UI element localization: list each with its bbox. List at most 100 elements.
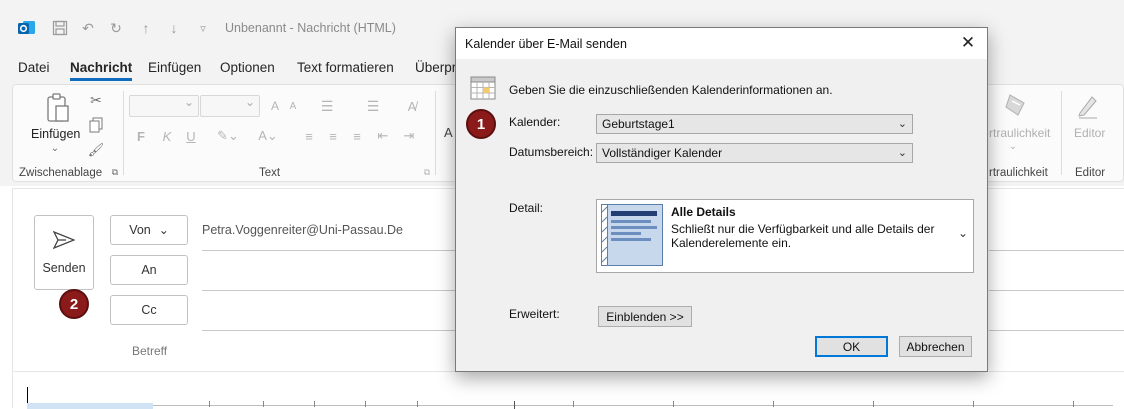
to-field[interactable] xyxy=(202,290,462,291)
paste-icon[interactable] xyxy=(43,91,73,125)
to-button[interactable]: An xyxy=(110,255,188,285)
detail-option-desc-2: Kalenderelemente ein. xyxy=(671,236,792,250)
shrink-font-icon[interactable]: A xyxy=(285,97,301,115)
cancel-button[interactable]: Abbrechen xyxy=(899,336,972,357)
font-size-combo[interactable] xyxy=(200,95,260,117)
cut-icon[interactable]: ✂ xyxy=(87,91,105,109)
grow-font-icon[interactable]: A xyxy=(267,97,283,115)
calendar-select[interactable]: Geburtstage1 ⌄ xyxy=(596,114,913,134)
group-label-editor: Editor xyxy=(1075,167,1106,179)
sensitivity-button-label[interactable]: rtraulichkeit xyxy=(989,126,1050,140)
bold-icon[interactable]: F xyxy=(133,127,149,145)
show-advanced-button[interactable]: Einblenden >> xyxy=(598,306,692,327)
calendar-icon xyxy=(470,76,496,100)
group-label-clipboard: Zwischenablage xyxy=(19,167,103,179)
arrow-up-icon[interactable]: ↑ xyxy=(136,18,156,38)
send-calendar-dialog: Kalender über E-Mail senden ✕ Geben Sie … xyxy=(455,27,988,372)
from-underline xyxy=(989,250,1124,251)
chevron-down-icon: ⌄ xyxy=(897,147,907,159)
ruler-tick xyxy=(314,401,315,407)
date-range-select-value: Vollständiger Kalender xyxy=(602,146,723,160)
customize-toolbar-icon[interactable]: ▿ xyxy=(194,18,212,38)
send-button-label: Senden xyxy=(42,260,86,275)
save-icon[interactable] xyxy=(50,18,70,38)
body-ruler-highlight xyxy=(27,403,153,409)
ruler-tick xyxy=(417,401,418,407)
ribbon-partial-button[interactable]: A xyxy=(444,125,453,140)
subject-field[interactable] xyxy=(13,371,462,372)
from-value: Petra.Voggenreiter@Uni-Passau.De xyxy=(202,223,403,237)
redo-icon[interactable]: ↻ xyxy=(106,18,126,38)
cc-button-label: Cc xyxy=(141,303,157,317)
tab-text-formatieren[interactable]: Text formatieren xyxy=(297,60,394,75)
editor-icon[interactable] xyxy=(1073,91,1103,121)
dialog-title: Kalender über E-Mail senden xyxy=(465,37,627,51)
align-center-icon[interactable]: ≡ xyxy=(325,127,341,145)
subject-label: Betreff xyxy=(132,344,168,358)
ruler-tick xyxy=(973,401,974,407)
ruler-tick xyxy=(263,401,264,407)
align-left-icon[interactable]: ≡ xyxy=(301,127,317,145)
paste-button-label[interactable]: Einfügen xyxy=(31,127,80,141)
subject-field[interactable] xyxy=(989,371,1124,372)
from-button-label: Von xyxy=(129,223,151,237)
outdent-icon[interactable]: ⇤ xyxy=(375,127,391,145)
cc-button[interactable]: Cc xyxy=(110,295,188,325)
italic-icon[interactable]: K xyxy=(159,127,175,145)
bullets-icon[interactable]: ☰ xyxy=(315,97,339,115)
detail-preview-icon xyxy=(601,204,663,266)
tab-nachricht[interactable]: Nachricht xyxy=(70,60,133,81)
dialog-launcher-icon[interactable]: ⧉ xyxy=(421,166,433,178)
to-field[interactable] xyxy=(989,290,1124,291)
tab-optionen[interactable]: Optionen xyxy=(220,60,275,75)
format-painter-icon[interactable]: 🖌 xyxy=(87,141,105,159)
window-title: Unbenannt - Nachricht (HTML) xyxy=(225,21,396,35)
step-badge-1: 1 xyxy=(466,109,496,139)
detail-label: Detail: xyxy=(509,201,544,215)
cc-field[interactable] xyxy=(202,330,462,331)
ruler-tick xyxy=(573,401,574,407)
ruler-tick xyxy=(773,401,774,407)
date-range-label: Datumsbereich: xyxy=(509,145,594,159)
body-ruler xyxy=(153,405,1113,406)
arrow-down-icon[interactable]: ↓ xyxy=(164,18,184,38)
send-icon xyxy=(53,230,75,249)
from-button[interactable]: Von ⌄ xyxy=(110,215,188,245)
outlook-logo-icon xyxy=(18,21,35,34)
cc-field[interactable] xyxy=(989,330,1124,331)
chevron-down-icon[interactable]: ⌄ xyxy=(1007,141,1019,152)
highlight-icon[interactable]: ✎⌄ xyxy=(213,127,243,145)
dialog-launcher-icon[interactable]: ⧉ xyxy=(109,166,121,178)
tab-datei[interactable]: Datei xyxy=(18,60,50,75)
text-cursor xyxy=(27,387,28,403)
chevron-down-icon: ⌄ xyxy=(158,223,169,237)
calendar-select-value: Geburtstage1 xyxy=(602,117,675,131)
dialog-instruction: Geben Sie die einzuschließenden Kalender… xyxy=(509,83,833,97)
ok-button[interactable]: OK xyxy=(815,336,888,357)
tab-ueberpruefen[interactable]: Überpr xyxy=(415,60,456,75)
ruler-tick xyxy=(873,401,874,407)
tab-einfuegen[interactable]: Einfügen xyxy=(148,60,201,75)
chevron-down-icon: ⌄ xyxy=(957,226,968,240)
close-icon[interactable]: ✕ xyxy=(957,32,979,54)
copy-icon[interactable] xyxy=(87,116,105,134)
indent-icon[interactable]: ⇥ xyxy=(401,127,417,145)
editor-button-label[interactable]: Editor xyxy=(1074,126,1105,140)
undo-icon[interactable]: ↶ xyxy=(78,18,98,38)
underline-icon[interactable]: U xyxy=(183,127,199,145)
send-button[interactable]: Senden xyxy=(34,215,94,290)
chevron-down-icon[interactable]: ⌄ xyxy=(49,143,61,154)
advanced-label: Erweitert: xyxy=(509,307,560,321)
align-right-icon[interactable]: ≡ xyxy=(349,127,365,145)
ruler-tick xyxy=(365,401,366,407)
clear-formatting-icon[interactable]: A̸ xyxy=(403,97,421,115)
ruler-tick xyxy=(209,401,210,407)
numbering-icon[interactable]: ☰ xyxy=(361,97,385,115)
font-family-combo[interactable] xyxy=(129,95,199,117)
group-label-sensitivity: rtraulichkeit xyxy=(989,167,1048,179)
date-range-select[interactable]: Vollständiger Kalender ⌄ xyxy=(596,143,913,163)
font-color-icon[interactable]: A⌄ xyxy=(253,127,283,145)
group-label-text: Text xyxy=(259,167,281,179)
sensitivity-icon[interactable] xyxy=(1001,91,1031,121)
detail-select[interactable]: Alle Details Schließt nur die Verfügbark… xyxy=(596,199,974,273)
